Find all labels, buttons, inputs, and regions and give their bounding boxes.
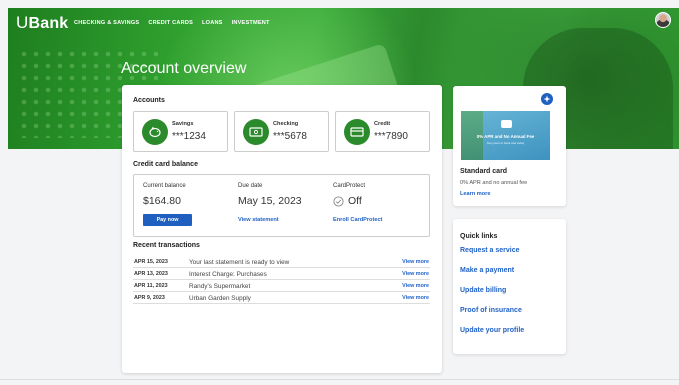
accounts-title: Accounts [133, 97, 165, 104]
car-icon [501, 120, 512, 128]
transaction-description: Your last statement is ready to view [189, 258, 290, 266]
transaction-date: APR 11, 2023 [134, 283, 168, 289]
transaction-row: APR 11, 2023 Randy's Supermarket View mo… [133, 281, 430, 292]
promo-description: 0% APR and no annual fee [460, 180, 528, 186]
cardprotect-value: Off [348, 195, 362, 207]
view-more-link[interactable]: View more [402, 271, 429, 277]
quick-link-update-profile[interactable]: Update your profile [460, 327, 524, 334]
promo-banner-subtitle: Get yours in bank and today [486, 141, 525, 145]
due-date-label: Due date [238, 183, 263, 189]
quick-link-request-service[interactable]: Request a service [460, 247, 520, 254]
quick-links-title: Quick links [460, 233, 498, 240]
learn-more-link[interactable]: Learn more [460, 191, 490, 197]
standard-card-promo: 0% APR and No Annual Fee Get yours in ba… [453, 86, 566, 206]
account-name: Credit [374, 121, 391, 127]
view-more-link[interactable]: View more [402, 259, 429, 265]
quick-link-update-billing[interactable]: Update billing [460, 287, 506, 294]
logo-mark: U [16, 13, 29, 32]
main-nav: CHECKING & SAVINGS CREDIT CARDS LOANS IN… [74, 20, 270, 26]
transaction-date: APR 13, 2023 [134, 271, 168, 277]
account-name: Savings [172, 121, 194, 127]
piggy-bank-icon [142, 119, 168, 145]
footer-divider [0, 379, 679, 380]
nav-credit-cards[interactable]: CREDIT CARDS [148, 20, 193, 26]
credit-card-icon [344, 119, 370, 145]
promo-title: Standard card [460, 168, 508, 175]
quick-link-make-payment[interactable]: Make a payment [460, 267, 514, 274]
cash-icon [243, 119, 269, 145]
credit-card-balance-title: Credit card balance [133, 161, 198, 168]
nav-checking-savings[interactable]: CHECKING & SAVINGS [74, 20, 139, 26]
account-name: Checking [273, 121, 299, 127]
user-avatar[interactable] [655, 12, 671, 28]
transaction-date: APR 9, 2023 [134, 295, 165, 301]
quick-links-panel: Quick links Request a service Make a pay… [453, 219, 566, 354]
cardprotect-status: Off [333, 195, 362, 207]
account-card-checking[interactable]: Checking ***5678 [234, 111, 329, 152]
account-overview-panel: Accounts Savings ***1234 Checking ***567… [122, 85, 442, 373]
account-card-savings[interactable]: Savings ***1234 [133, 111, 228, 152]
promo-banner-image[interactable]: 0% APR and No Annual Fee Get yours in ba… [461, 111, 550, 160]
transaction-row: APR 13, 2023 Interest Charge: Purchases … [133, 269, 430, 280]
transaction-description: Randy's Supermarket [189, 282, 251, 290]
pay-now-button[interactable]: Pay now [143, 214, 192, 226]
sparkle-icon [543, 95, 551, 103]
transaction-description: Interest Charge: Purchases [189, 270, 267, 278]
view-more-link[interactable]: View more [402, 283, 429, 289]
page-title: Account overview [121, 60, 247, 77]
current-balance-value: $164.80 [143, 195, 181, 207]
cardprotect-label: CardProtect [333, 183, 366, 189]
bank-logo[interactable]: UBank [16, 13, 68, 33]
promo-banner-title: 0% APR and No Annual Fee [476, 134, 535, 139]
transaction-row: APR 9, 2023 Urban Garden Supply View mor… [133, 293, 430, 304]
nav-loans[interactable]: LOANS [202, 20, 223, 26]
recent-transactions-title: Recent transactions [133, 242, 200, 249]
account-number: ***5678 [273, 131, 307, 142]
enroll-cardprotect-link[interactable]: Enroll CardProtect [333, 217, 382, 223]
nav-investment[interactable]: INVESTMENT [232, 20, 270, 26]
view-more-link[interactable]: View more [402, 295, 429, 301]
due-date-value: May 15, 2023 [238, 195, 302, 207]
transaction-date: APR 15, 2023 [134, 259, 168, 265]
current-balance-label: Current balance [143, 183, 186, 189]
quick-link-proof-insurance[interactable]: Proof of insurance [460, 307, 522, 314]
view-statement-link[interactable]: View statement [238, 217, 279, 223]
account-number: ***7890 [374, 131, 408, 142]
transaction-description: Urban Garden Supply [189, 294, 251, 302]
add-sparkle-button[interactable] [540, 92, 554, 106]
transaction-row: APR 15, 2023 Your last statement is read… [133, 257, 430, 268]
check-circle-icon [333, 195, 344, 207]
logo-text: Bank [28, 15, 69, 32]
account-card-credit[interactable]: Credit ***7890 [335, 111, 430, 152]
credit-card-balance-box: Current balance $164.80 Pay now Due date… [133, 174, 430, 237]
account-number: ***1234 [172, 131, 206, 142]
